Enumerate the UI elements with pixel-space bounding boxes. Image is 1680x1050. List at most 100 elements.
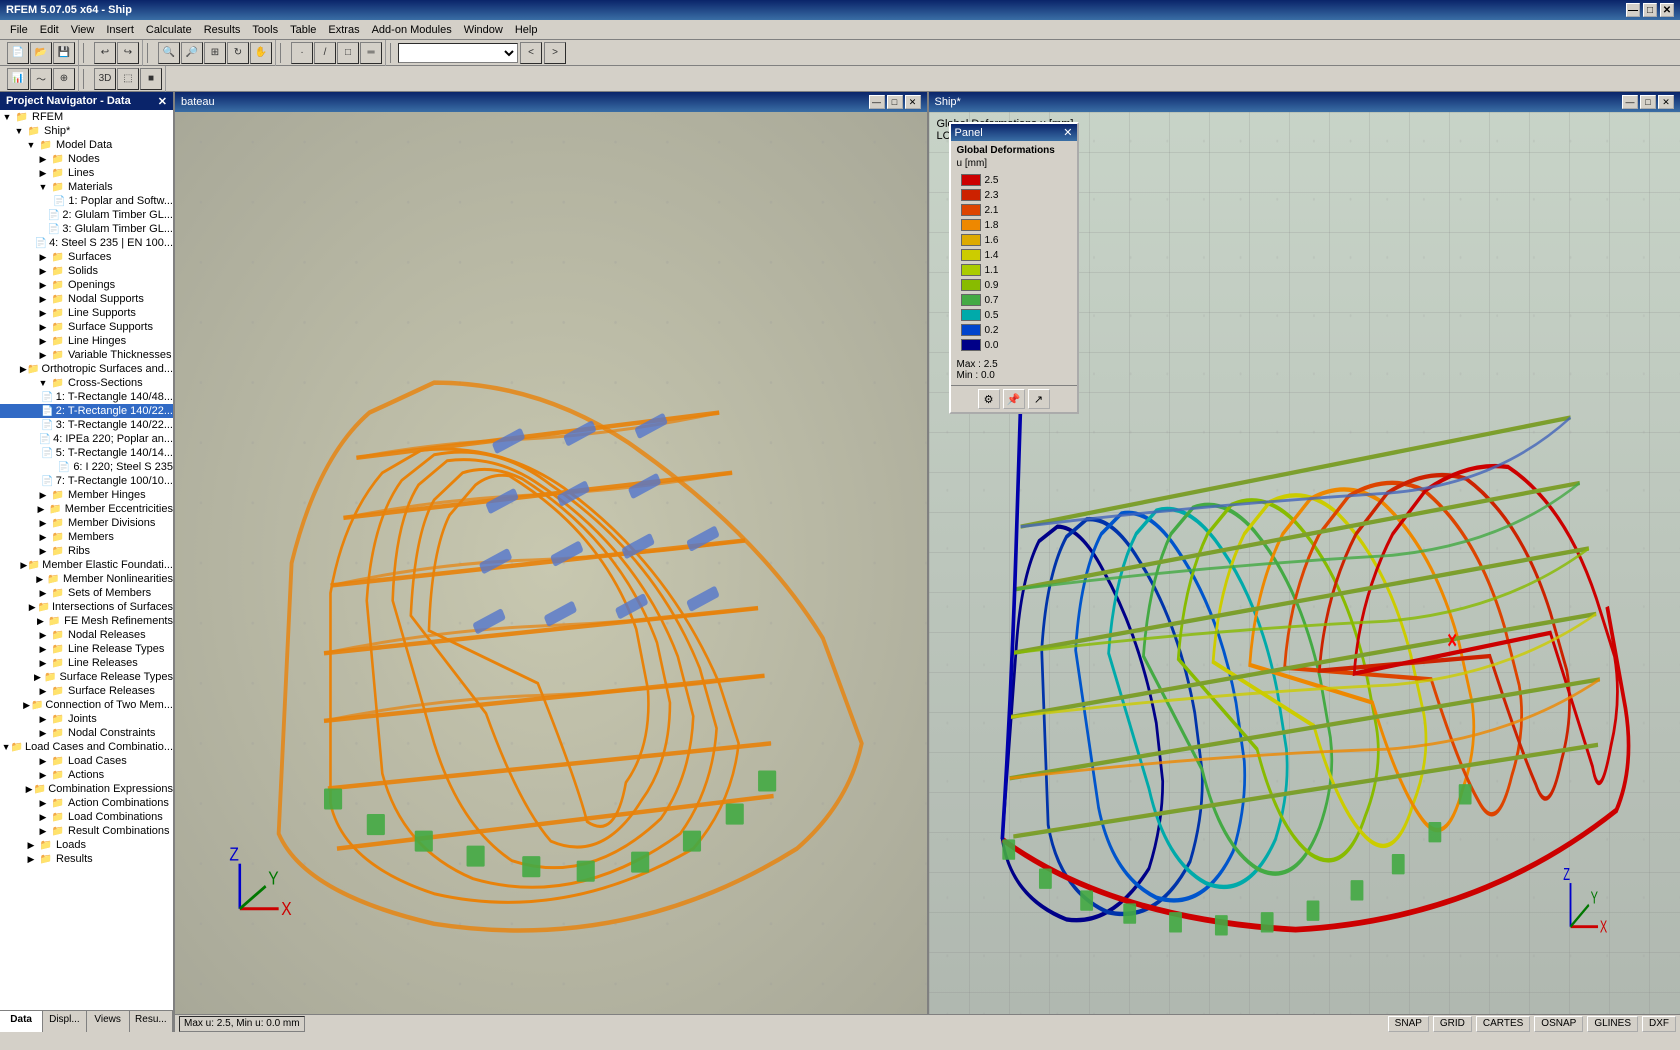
tree-toggle-icon[interactable]: ▶ [33, 574, 46, 585]
osnap-btn[interactable]: OSNAP [1534, 1016, 1583, 1032]
tree-toggle-icon[interactable]: ▼ [12, 126, 26, 136]
menu-item-extras[interactable]: Extras [322, 22, 365, 38]
menu-item-results[interactable]: Results [198, 22, 247, 38]
tree-item[interactable]: ▶📁Result Combinations [0, 824, 173, 838]
nav-tab-data[interactable]: Data [0, 1011, 43, 1032]
tree-toggle-icon[interactable]: ▶ [36, 644, 50, 655]
menu-item-tools[interactable]: Tools [246, 22, 284, 38]
tree-item[interactable]: 📄1: Poplar and Softw... [0, 194, 173, 208]
tree-toggle-icon[interactable]: ▼ [2, 742, 11, 752]
ship-3d-left-viewport[interactable]: Z X Y [175, 112, 927, 1014]
tree-toggle-icon[interactable]: ▶ [36, 322, 50, 333]
tree-item[interactable]: 📄2: T-Rectangle 140/22... [0, 404, 173, 418]
vp-right-min[interactable]: — [1622, 95, 1638, 109]
tree-item[interactable]: ▶📁Member Hinges [0, 488, 173, 502]
tree-item[interactable]: ▶📁Member Nonlinearities [0, 572, 173, 586]
tree-item[interactable]: ▶📁Surfaces [0, 250, 173, 264]
tree-toggle-icon[interactable]: ▶ [36, 714, 50, 725]
tree-item[interactable]: ▶📁Intersections of Surfaces [0, 600, 173, 614]
tree-toggle-icon[interactable]: ▶ [36, 798, 50, 809]
rotate-btn[interactable]: ↻ [227, 42, 249, 64]
tree-toggle-icon[interactable]: ▶ [24, 840, 38, 851]
menu-item-add-on-modules[interactable]: Add-on Modules [366, 22, 458, 38]
tree-toggle-icon[interactable]: ▼ [36, 378, 50, 388]
tree-item[interactable]: ▶📁Line Releases [0, 656, 173, 670]
tree-item[interactable]: ▶📁Nodal Supports [0, 292, 173, 306]
redo-btn[interactable]: ↪ [117, 42, 139, 64]
tree-toggle-icon[interactable]: ▶ [36, 532, 50, 543]
tree-item[interactable]: ▶📁Surface Supports [0, 320, 173, 334]
nav-tab-views[interactable]: Views [87, 1011, 130, 1032]
viewport-right-controls[interactable]: — □ ✕ [1622, 95, 1674, 109]
tree-item[interactable]: ▶📁Combination Expressions [0, 782, 173, 796]
tree-toggle-icon[interactable]: ▶ [36, 308, 50, 319]
dxf-btn[interactable]: DXF [1642, 1016, 1676, 1032]
viewport-left-controls[interactable]: — □ ✕ [869, 95, 921, 109]
maximize-btn[interactable]: □ [1643, 3, 1657, 17]
tree-item[interactable]: ▶📁Orthotropic Surfaces and... [0, 362, 173, 376]
tree-item[interactable]: ▶📁Joints [0, 712, 173, 726]
tree-item[interactable]: ▶📁Load Cases [0, 754, 173, 768]
tree-toggle-icon[interactable]: ▶ [36, 658, 50, 669]
pan-btn[interactable]: ✋ [250, 42, 272, 64]
tree-toggle-icon[interactable]: ▶ [36, 546, 50, 557]
tree-toggle-icon[interactable]: ▶ [36, 826, 50, 837]
tree-item[interactable]: ▶📁Surface Releases [0, 684, 173, 698]
tree-toggle-icon[interactable]: ▶ [36, 336, 50, 347]
tree-item[interactable]: ▶📁Nodal Releases [0, 628, 173, 642]
glines-btn[interactable]: GLINES [1587, 1016, 1638, 1032]
tree-toggle-icon[interactable]: ▶ [27, 602, 38, 613]
tree-item[interactable]: ▶📁FE Mesh Refinements [0, 614, 173, 628]
tree-item[interactable]: ▼📁Materials [0, 180, 173, 194]
save-btn[interactable]: 💾 [53, 42, 75, 64]
member-btn[interactable]: ═ [360, 42, 382, 64]
tree-item[interactable]: 📄3: Glulam Timber GL... [0, 222, 173, 236]
tree-toggle-icon[interactable]: ▶ [22, 700, 31, 711]
tree-item[interactable]: ▶📁Solids [0, 264, 173, 278]
nav-tree[interactable]: ▼📁RFEM▼📁Ship*▼📁Model Data▶📁Nodes▶📁Lines▼… [0, 110, 173, 1010]
nav-tab-display[interactable]: Displ... [43, 1011, 86, 1032]
tree-toggle-icon[interactable]: ▼ [24, 140, 38, 150]
tree-toggle-icon[interactable]: ▼ [36, 182, 50, 192]
nav-tab-results[interactable]: Resu... [130, 1011, 173, 1032]
tree-item[interactable]: ▶📁Member Elastic Foundati... [0, 558, 173, 572]
tree-item[interactable]: ▶📁Results [0, 852, 173, 866]
cartes-btn[interactable]: CARTES [1476, 1016, 1530, 1032]
deform-btn[interactable]: 〜 [30, 68, 52, 90]
surface-btn[interactable]: □ [337, 42, 359, 64]
tree-toggle-icon[interactable]: ▶ [36, 588, 50, 599]
tree-item[interactable]: 📄4: Steel S 235 | EN 100... [0, 236, 173, 250]
tree-item[interactable]: ▶📁Line Release Types [0, 642, 173, 656]
tree-item[interactable]: ▶📁Line Supports [0, 306, 173, 320]
vp-left-max[interactable]: □ [887, 95, 903, 109]
tree-item[interactable]: ▶📁Surface Release Types [0, 670, 173, 684]
menu-item-edit[interactable]: Edit [34, 22, 65, 38]
3d-btn[interactable]: 3D [94, 68, 116, 90]
tree-toggle-icon[interactable]: ▶ [36, 630, 50, 641]
tree-toggle-icon[interactable]: ▶ [36, 266, 50, 277]
tree-item[interactable]: ▶📁Member Divisions [0, 516, 173, 530]
tree-item[interactable]: 📄7: T-Rectangle 100/10... [0, 474, 173, 488]
tree-toggle-icon[interactable]: ▶ [36, 252, 50, 263]
tree-item[interactable]: ▶📁Variable Thicknesses [0, 348, 173, 362]
tree-item[interactable]: ▶📁Members [0, 530, 173, 544]
vp-right-close[interactable]: ✕ [1658, 95, 1674, 109]
tree-item[interactable]: ▼📁RFEM [0, 110, 173, 124]
stress-btn[interactable]: ⊕ [53, 68, 75, 90]
tree-toggle-icon[interactable]: ▼ [0, 112, 14, 122]
tree-toggle-icon[interactable]: ▶ [36, 686, 50, 697]
tree-item[interactable]: ▶📁Member Eccentricities [0, 502, 173, 516]
tree-toggle-icon[interactable]: ▶ [24, 784, 33, 795]
menu-item-view[interactable]: View [65, 22, 101, 38]
viewport-left[interactable]: bateau — □ ✕ [175, 92, 929, 1014]
tree-item[interactable]: 📄1: T-Rectangle 140/48... [0, 390, 173, 404]
tree-item[interactable]: ▶📁Actions [0, 768, 173, 782]
tree-item[interactable]: ▼📁Load Cases and Combinatio... [0, 740, 173, 754]
tree-toggle-icon[interactable]: ▶ [24, 854, 38, 865]
tree-item[interactable]: 📄4: IPEa 220; Poplar an... [0, 432, 173, 446]
tree-item[interactable]: ▶📁Nodes [0, 152, 173, 166]
prev-lc-btn[interactable]: < [520, 42, 542, 64]
tree-toggle-icon[interactable]: ▶ [20, 364, 28, 375]
tree-toggle-icon[interactable]: ▶ [36, 280, 50, 291]
legend-pin-btn[interactable]: 📌 [1003, 389, 1025, 409]
